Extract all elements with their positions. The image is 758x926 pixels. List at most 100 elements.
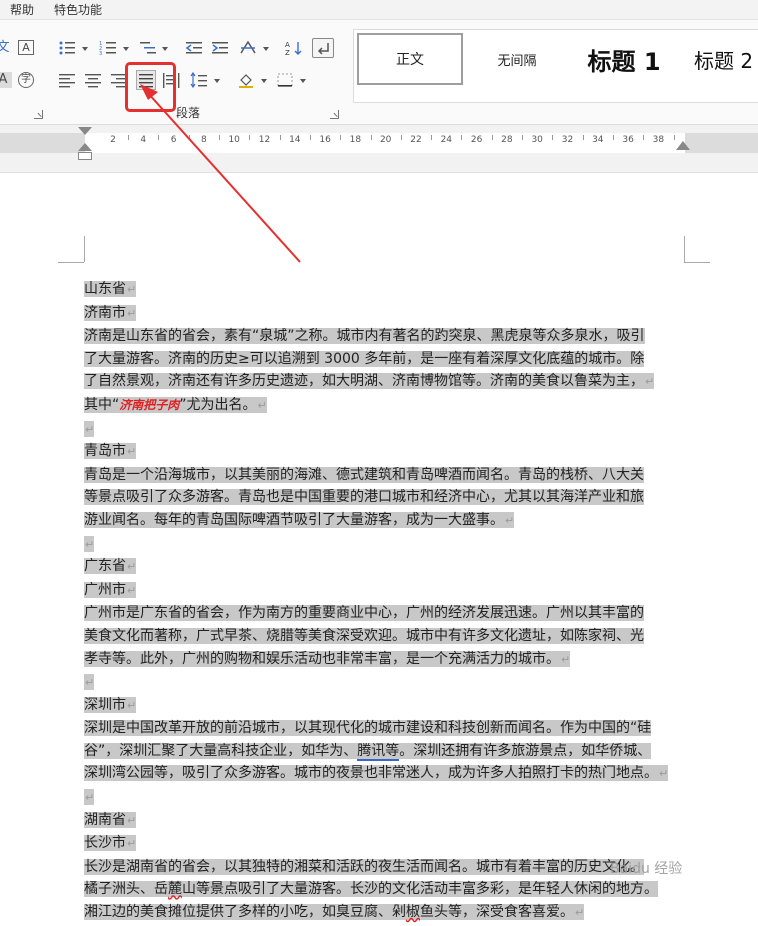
ruler-tick-label: 16 [319,135,331,145]
style-no-spacing[interactable]: 无间隔 [474,30,560,88]
text-line: 美食文化而著称，广式早茶、烧腊等美食深受欢迎。城市中有许多文化遗址，如陈家祠、光 [84,625,688,648]
crop-mark [684,236,685,262]
ruler-tick-mark [461,135,463,140]
ruler-tick-mark [340,135,342,140]
ruler-tick-label: 28 [501,135,513,145]
char-shading-icon[interactable]: A [0,72,12,88]
paragraph-mark-icon: ↵ [505,513,515,527]
text-run: 深圳湾公园等，吸引了众多游客。城市的夜景也非常迷人，成为许多人拍照打卡的热门地点… [84,765,658,782]
shading-dropdown-chevron-down-icon[interactable] [261,79,267,83]
layout-dropdown-chevron-down-icon[interactable] [263,47,269,51]
ruler-tick-mark [612,135,614,140]
selection: 青岛是一个沿海城市，以其美丽的海滩、德式建筑和青岛啤酒而闻名。青岛的栈桥、八大关 [84,466,644,483]
ruler-tick-mark [188,135,190,140]
selection: ↵ [84,420,95,437]
menu-special-features[interactable]: 特色功能 [44,1,112,18]
paint-bucket-icon[interactable] [237,72,255,88]
line-spacing-icon[interactable] [190,72,208,88]
ruler-tick-label: 18 [349,135,362,145]
style-normal[interactable]: 正文 [357,33,463,85]
text-line: 孝寺等。此外，广州的购物和娱乐活动也非常丰富，是一个充满活力的城市。↵ [84,648,688,672]
ruler-tick-mark [491,135,493,140]
text-line: 橘子洲头、岳麓山等景点吸引了大量游客。长沙的文化活动丰富多彩，是年轻人休闲的地方… [84,878,688,901]
bullet-list-icon[interactable] [58,40,76,56]
text-effect-icon[interactable]: 文 [0,40,12,56]
text-line: 谷”，深圳汇聚了大量高科技企业，如华为、腾讯等。深圳还拥有许多旅游景点，如华侨城… [84,740,688,763]
underlined-text: 腾讯等 [357,742,400,761]
align-left-icon[interactable] [58,72,76,88]
borders-icon[interactable] [276,72,294,88]
ruler-tick-label: 26 [470,135,483,145]
style-heading-1[interactable]: 标题 1 [568,30,680,88]
paragraph-mark-icon: ↵ [127,560,137,574]
left-indent-marker[interactable] [78,152,92,160]
svg-text:3: 3 [99,51,102,56]
style-heading-2[interactable]: 标题 2 [694,30,758,88]
ruler-tick-mark [400,135,402,140]
text-line: 广州市是广东省的省会，作为南方的重要商业中心，广州的经济发展迅速。广州以其丰富的 [84,602,688,625]
numbered-list-icon[interactable]: 123 [99,40,117,56]
document-page[interactable]: 山东省↵ 济南市↵ 济南是山东省的省会，素有“泉城”之称。城市内有著名的趵突泉、黑虎… [0,174,758,926]
first-line-indent-marker[interactable] [78,127,92,135]
multilevel-list-icon[interactable] [139,40,157,56]
ruler-tick-label: 38 [652,135,665,145]
chinese-layout-icon[interactable] [239,40,257,56]
ruler-tick-mark [370,135,372,140]
borders-dropdown-chevron-down-icon[interactable] [300,79,306,83]
selection: 广州市↵ [84,581,137,598]
paragraph-mark-icon: ↵ [645,375,655,389]
crop-mark [84,236,85,262]
font-dialog-launcher-icon[interactable] [34,110,43,119]
line-spacing-dropdown-chevron-down-icon[interactable] [214,79,220,83]
heading-line: 广东省↵ [84,555,688,579]
text-run: 其中“ [84,396,120,413]
horizontal-ruler[interactable]: 2 4 6 8 10 12 14 16 18 20 22 24 26 28 30 32 34 36 38 [0,125,758,173]
sort-icon[interactable]: AZ [285,40,303,56]
paragraph-dialog-launcher-icon[interactable] [330,110,339,119]
heading-line: 长沙市↵ [84,832,688,856]
ruler-right-margin [685,133,758,153]
crop-mark [58,262,84,263]
text-line: 济南是山东省的省会，素有“泉城”之称。城市内有著名的趵突泉、黑虎泉等众多泉水，吸… [84,325,688,348]
text-run: 深圳是中国改革开放的前沿城市，以其现代化的城市建设和科技创新而闻名。作为中国的“… [84,720,652,737]
text-line: 等景点吸引了众多游客。青岛也是中国重要的港口城市和经济中心，尤其以其海洋产业和旅 [84,486,688,509]
selection: 济南是山东省的省会，素有“泉城”之称。城市内有著名的趵突泉、黑虎泉等众多泉水，吸… [84,328,645,345]
char-border-icon[interactable]: A [18,40,34,55]
selection: ↵ [84,789,95,806]
text-run: 广州市 [84,581,126,598]
selection: 济南市↵ [84,304,137,321]
paragraph-mark-icon: ↵ [85,537,95,551]
text-run: 济南是山东省的省会，素有“泉城”之称。城市内有著名的趵突泉、黑虎泉等众多泉水，吸… [84,328,645,345]
text-run: 广东省 [84,558,126,575]
ruler-tick-mark [582,135,584,140]
ruler-tick-label: 6 [170,135,177,145]
menu-help[interactable]: 帮助 [0,1,44,18]
numbering-dropdown-chevron-down-icon[interactable] [123,47,129,51]
text-run: 青岛市 [84,443,126,460]
selection: 了大量游客。济南的历史≥可以追溯到 3000 多年前，是一座有着深厚文化底蕴的城… [84,350,645,367]
text-line: 其中“济南把子肉”尤为出名。↵ [84,394,688,418]
document-body[interactable]: 山东省↵ 济南市↵ 济南是山东省的省会，素有“泉城”之称。城市内有著名的趵突泉、黑虎… [84,278,688,926]
text-run: 等景点吸引了众多游客。青岛也是中国重要的港口城市和经济中心，尤其以其海洋产业和旅 [84,489,644,506]
selection: 等景点吸引了众多游客。青岛也是中国重要的港口城市和经济中心，尤其以其海洋产业和旅 [84,489,644,506]
text-run: 青岛是一个沿海城市，以其美丽的海滩、德式建筑和青岛啤酒而闻名。青岛的栈桥、八大关 [84,466,644,483]
multilevel-dropdown-chevron-down-icon[interactable] [162,47,168,51]
hanging-indent-marker[interactable] [78,143,92,151]
paragraph-mark-icon: ↵ [127,306,137,320]
text-line: 深圳是中国改革开放的前沿城市，以其现代化的城市建设和科技创新而闻名。作为中国的“… [84,717,688,740]
decrease-indent-icon[interactable] [185,40,203,56]
ruler-tick-label: 8 [201,135,207,145]
right-indent-marker[interactable] [676,141,690,150]
enclose-char-icon[interactable]: 字 [18,72,34,88]
ruler-tick-mark [673,135,675,140]
show-paragraph-marks-icon[interactable] [312,38,334,58]
ruler-left-margin [0,133,85,153]
selection: 谷”，深圳汇聚了大量高科技企业，如华为、腾讯等。深圳还拥有许多旅游景点，如华侨城… [84,742,652,761]
paragraph-mark-icon: ↵ [659,767,669,781]
text-run: 了自然景观，济南还有许多历史遗迹，如大明湖、济南博物馆等。济南的美食以鲁菜为主， [84,373,644,390]
selection: 孝寺等。此外，广州的购物和娱乐活动也非常丰富，是一个充满活力的城市。↵ [84,650,571,667]
increase-indent-icon[interactable] [211,40,229,56]
selection: 了自然景观，济南还有许多历史遗迹，如大明湖、济南博物馆等。济南的美食以鲁菜为主，… [84,373,655,390]
bullet-dropdown-chevron-down-icon[interactable] [82,47,88,51]
align-center-icon[interactable] [84,72,102,88]
